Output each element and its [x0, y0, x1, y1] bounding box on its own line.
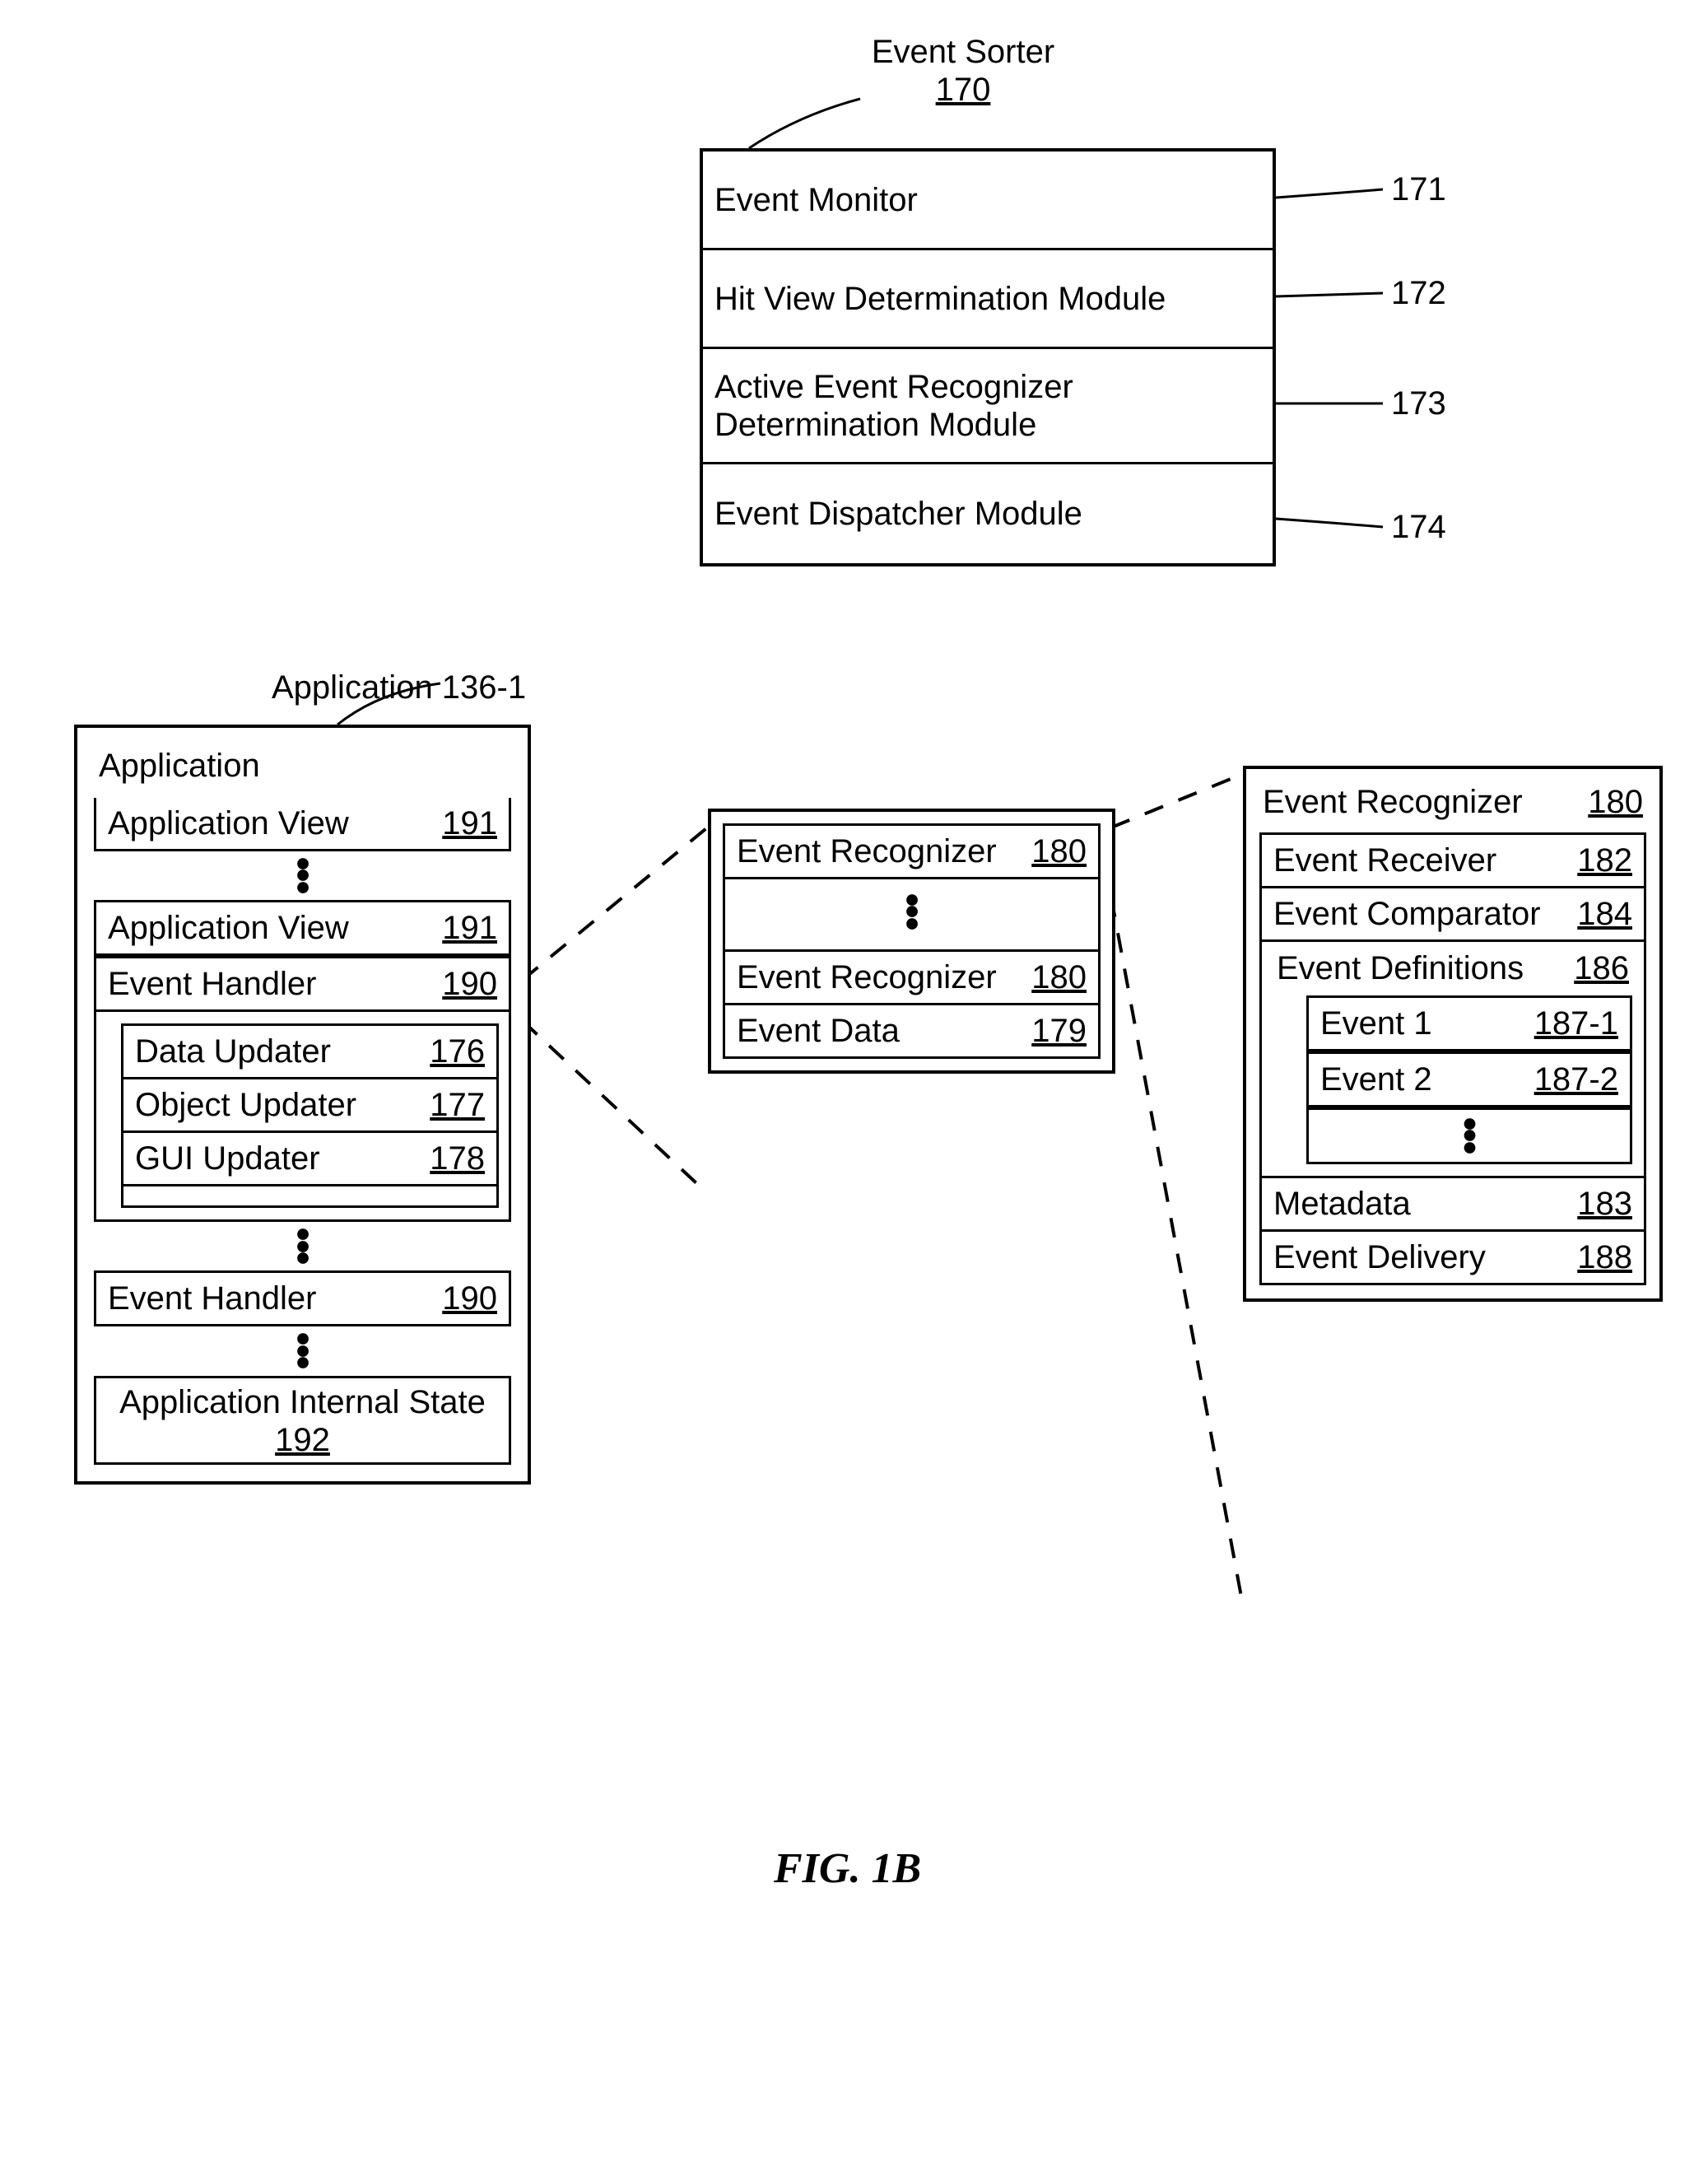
event-data-row: Event Data 179: [723, 1005, 1101, 1059]
event-def-1: Event 1 187-1: [1309, 998, 1630, 1051]
ref-174: 174: [1391, 509, 1446, 546]
dots-icon: ●●●: [94, 851, 511, 900]
figure-caption: FIG. 1B: [774, 1844, 921, 1893]
event-sorter-row-monitor: Event Monitor: [703, 152, 1273, 250]
ref-173: 173: [1391, 385, 1446, 422]
application-internal-state: Application Internal State 192: [94, 1376, 511, 1465]
application-view-2: Application View 191: [94, 900, 511, 956]
application-box: Application Application View 191 ●●● App…: [74, 725, 531, 1485]
event-recognizer-row-2: Event Recognizer 180: [723, 952, 1101, 1005]
diagram-canvas: Event Sorter 170 Event Monitor Hit View …: [33, 33, 1675, 2130]
gui-updater: GUI Updater 178: [121, 1133, 499, 1186]
dots-icon: ●●●: [94, 1222, 511, 1270]
event-sorter-row-dispatcher: Event Dispatcher Module: [703, 464, 1273, 563]
application-title: Application: [94, 744, 511, 798]
data-updater: Data Updater 176: [121, 1023, 499, 1079]
dots-icon: ●●●: [725, 888, 1098, 936]
updater-etc: [121, 1186, 499, 1208]
event-definitions-title: Event Definitions 186: [1273, 950, 1632, 995]
recognizer-list-box: Event Recognizer 180 ●●● Event Recognize…: [708, 809, 1115, 1074]
event-recognizer-detail-box: Event Recognizer 180 Event Receiver 182 …: [1243, 766, 1663, 1302]
ref-171: 171: [1391, 171, 1446, 208]
application-id-label: Application 136-1: [272, 669, 526, 706]
dots-icon: ●●●: [1309, 1107, 1630, 1162]
ref-172: 172: [1391, 275, 1446, 312]
event-def-2: Event 2 187-2: [1309, 1051, 1630, 1107]
event-sorter-row-active: Active Event Recognizer Determination Mo…: [703, 349, 1273, 464]
application-view-1: Application View 191: [94, 798, 511, 851]
event-sorter-box: Event Monitor Hit View Determination Mod…: [700, 148, 1276, 566]
event-recognizer-row-1: Event Recognizer 180: [723, 823, 1101, 879]
event-receiver: Event Receiver 182: [1259, 832, 1646, 888]
dots-icon: ●●●: [94, 1326, 511, 1375]
event-sorter-title: Event Sorter 170: [856, 33, 1070, 109]
object-updater: Object Updater 177: [121, 1079, 499, 1133]
metadata-row: Metadata 183: [1259, 1178, 1646, 1232]
event-definitions-block: Event Definitions 186 Event 1 187-1 Even…: [1259, 942, 1646, 1178]
event-handler-1: Event Handler 190: [94, 956, 511, 1012]
event-delivery-row: Event Delivery 188: [1259, 1232, 1646, 1285]
event-sorter-row-hitview: Hit View Determination Module: [703, 250, 1273, 349]
event-recognizer-title: Event Recognizer 180: [1259, 782, 1646, 832]
event-comparator: Event Comparator 184: [1259, 888, 1646, 942]
event-handler-2: Event Handler 190: [94, 1270, 511, 1326]
